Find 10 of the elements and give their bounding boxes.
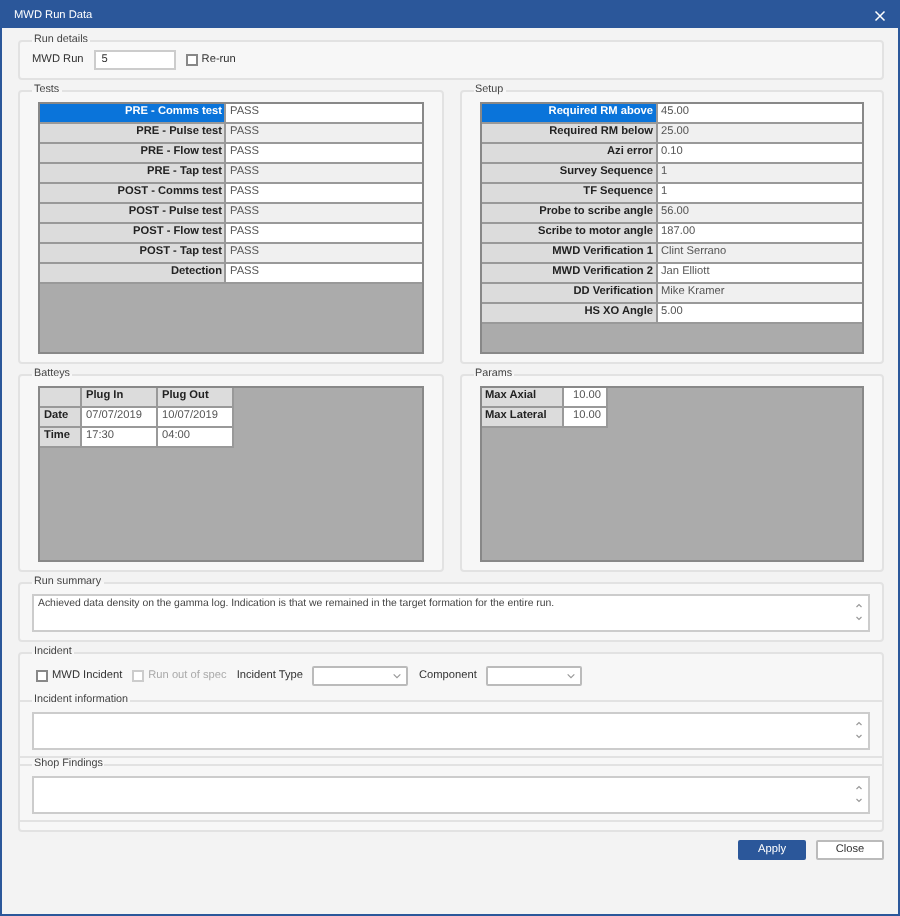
- dropdown[interactable]: [312, 666, 409, 686]
- scroll-arrows-icon[interactable]: [854, 716, 864, 744]
- scroll-arrows-icon[interactable]: [854, 780, 864, 808]
- close-icon[interactable]: [874, 9, 886, 21]
- dropdown[interactable]: [486, 666, 583, 686]
- scroll-arrows-icon[interactable]: [854, 598, 864, 626]
- text-area[interactable]: [32, 712, 870, 750]
- caret-icon: [392, 672, 403, 680]
- caret-icon: [566, 672, 577, 680]
- text-area[interactable]: [32, 776, 870, 814]
